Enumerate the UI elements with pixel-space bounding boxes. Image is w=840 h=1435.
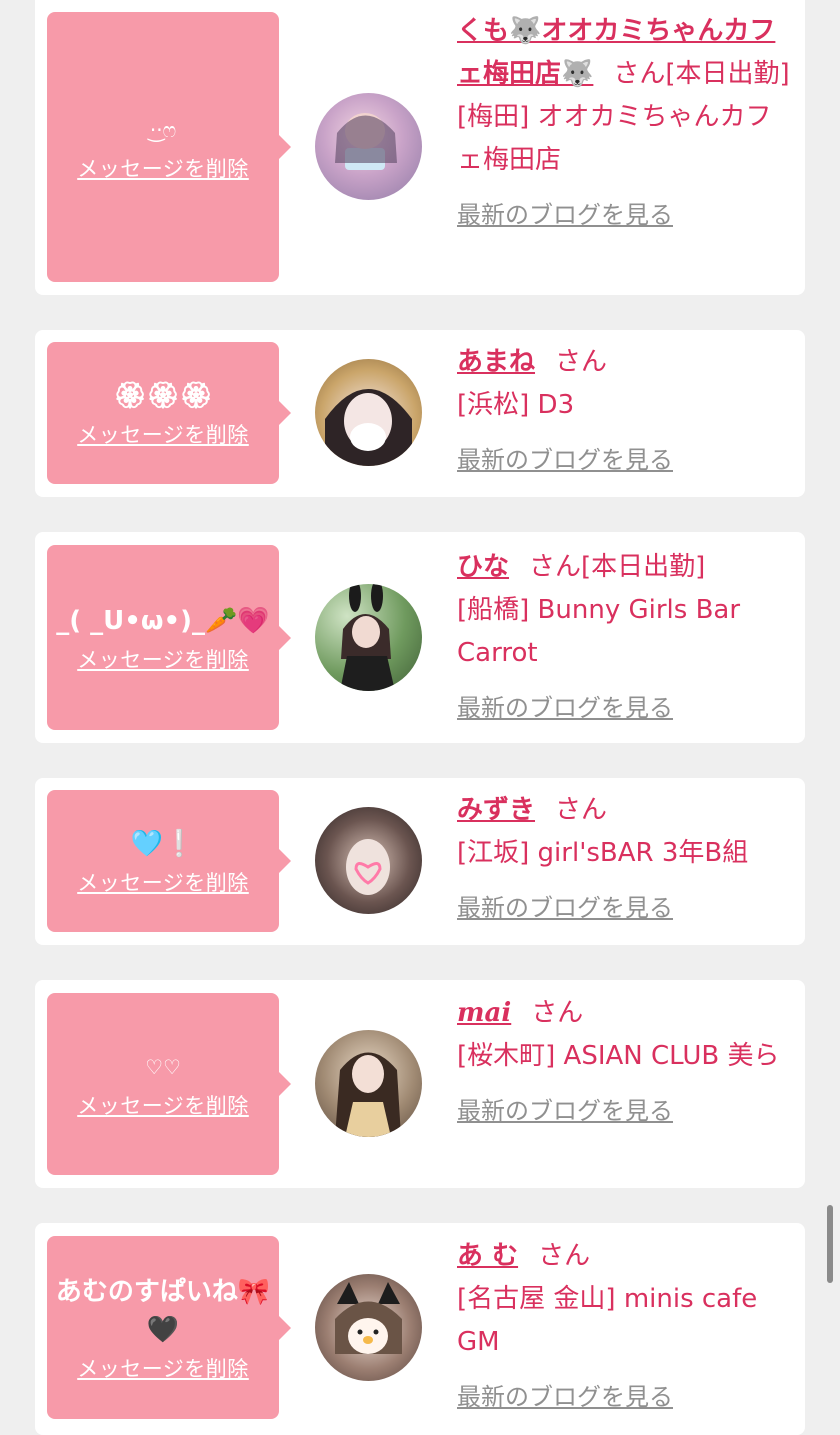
view-blog-link[interactable]: 最新のブログを見る [457,194,791,237]
delete-message-link[interactable]: メッセージを削除 [77,644,249,674]
avatar[interactable] [315,584,422,691]
message-text: 🩵❕ [130,829,196,859]
shop-name: [船橋] Bunny Girls Bar Carrot [457,595,741,668]
shop-name: [江坂] girl'sBAR 3年B組 [457,838,749,868]
status-badge: [本日出勤] [581,552,706,582]
honorific: さん [555,347,608,377]
cast-name-link[interactable]: mai [457,998,511,1028]
shop-name: [桜木町] ASIAN CLUB 美ら [457,1041,780,1071]
message-bubble: 🩵❕ メッセージを削除 [47,790,291,932]
delete-message-link[interactable]: メッセージを削除 [77,1090,249,1120]
cast-name-link[interactable]: ひな [457,552,509,582]
cast-info: みずき さん [江坂] girl'sBAR 3年B組 最新のブログを見る [457,789,791,930]
view-blog-link[interactable]: 最新のブログを見る [457,1376,791,1419]
shop-name: [梅田] オオカミちゃんカフェ梅田店 [457,102,772,175]
cast-info: mai さん [桜木町] ASIAN CLUB 美ら 最新のブログを見る [457,992,791,1133]
cast-info: あまね さん [浜松] D3 最新のブログを見る [457,341,791,482]
status-badge: [本日出勤] [665,59,790,89]
list-item: _( _U•ω•)_🥕💗 メッセージを削除 ひな さん[本日出勤] [船橋] Bu… [35,532,805,743]
honorific: さん [529,552,582,582]
list-item: あむのすぱいね🎀🖤 メッセージを削除 あ むさん [名古屋 金山] minis … [35,1223,805,1435]
cast-info: くも🐺オオカミちゃんカフェ梅田店🐺 さん[本日出勤] [梅田] オオカミちゃんカフ… [457,10,791,237]
message-text: 🏵🏵🏵 [113,381,213,411]
message-bubble: ·͜·ෆ メッセージを削除 [47,12,291,282]
message-list: ·͜·ෆ メッセージを削除 くも🐺オオカミちゃんカフェ梅田店🐺 さん[本日出勤] … [0,0,840,1435]
cast-name-link[interactable]: あ む [457,1241,518,1271]
list-item: ♡♡ メッセージを削除 mai さん [桜木町] ASIAN CLUB 美ら 最新… [35,980,805,1188]
cast-name-link[interactable]: みずき [457,795,535,825]
view-blog-link[interactable]: 最新のブログを見る [457,887,791,930]
avatar[interactable] [315,1274,422,1381]
list-item: 🏵🏵🏵 メッセージを削除 あまね さん [浜松] D3 最新のブログを見る [35,330,805,497]
delete-message-link[interactable]: メッセージを削除 [77,867,249,897]
shop-name: [名古屋 金山] minis cafe GM [457,1284,758,1357]
honorific: さん [555,795,608,825]
message-text: あむのすぱいね🎀🖤 [55,1276,271,1345]
shop-name: [浜松] D3 [457,390,575,420]
cast-info: あ むさん [名古屋 金山] minis cafe GM 最新のブログを見る [457,1235,791,1419]
message-text: _( _U•ω•)_🥕💗 [56,605,270,636]
avatar[interactable] [315,807,422,914]
message-text: ·͜·ෆ [149,118,177,142]
view-blog-link[interactable]: 最新のブログを見る [457,687,791,730]
cast-info: ひな さん[本日出勤] [船橋] Bunny Girls Bar Carrot 最… [457,546,791,730]
vertical-scrollbar[interactable] [827,1205,833,1283]
cast-name-link[interactable]: あまね [457,347,535,377]
list-item: ·͜·ෆ メッセージを削除 くも🐺オオカミちゃんカフェ梅田店🐺 さん[本日出勤] … [35,0,805,295]
message-bubble: ♡♡ メッセージを削除 [47,993,291,1175]
message-bubble: あむのすぱいね🎀🖤 メッセージを削除 [47,1236,291,1419]
message-text: ♡♡ [145,1055,181,1079]
honorific: さん [538,1241,591,1271]
avatar[interactable] [315,359,422,466]
honorific: さん [531,998,584,1028]
view-blog-link[interactable]: 最新のブログを見る [457,1090,791,1133]
honorific: さん [613,59,666,89]
delete-message-link[interactable]: メッセージを削除 [77,1353,249,1383]
delete-message-link[interactable]: メッセージを削除 [77,153,249,183]
avatar[interactable] [315,93,422,200]
delete-message-link[interactable]: メッセージを削除 [77,419,249,449]
list-item: 🩵❕ メッセージを削除 みずき さん [江坂] girl'sBAR 3年B組 最新… [35,778,805,945]
avatar[interactable] [315,1030,422,1137]
view-blog-link[interactable]: 最新のブログを見る [457,439,791,482]
message-bubble: _( _U•ω•)_🥕💗 メッセージを削除 [47,545,291,730]
message-bubble: 🏵🏵🏵 メッセージを削除 [47,342,291,484]
